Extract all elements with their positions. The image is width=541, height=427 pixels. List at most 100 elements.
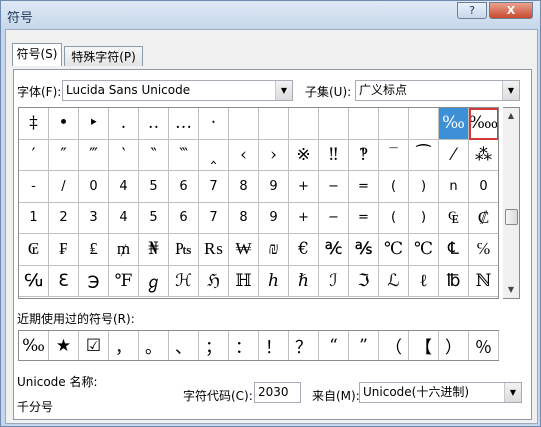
- symbol-cell[interactable]: [379, 108, 409, 140]
- symbol-cell[interactable]: −: [319, 202, 349, 234]
- symbol-cell[interactable]: ₧: [169, 234, 199, 266]
- symbol-cell[interactable]: ℑ: [349, 265, 379, 297]
- symbol-cell[interactable]: -: [19, 171, 49, 203]
- symbol-cell[interactable]: ℅: [469, 234, 498, 266]
- symbol-cell[interactable]: ℇ: [49, 265, 79, 297]
- grid-scrollbar[interactable]: ▲ ▼: [503, 107, 520, 299]
- symbol-cell[interactable]: n: [439, 171, 469, 203]
- symbol-cell[interactable]: ₦: [139, 234, 169, 266]
- symbol-cell[interactable]: ): [409, 202, 439, 234]
- symbol-cell[interactable]: ⁀: [409, 139, 439, 171]
- symbol-cell[interactable]: 8: [229, 202, 259, 234]
- symbol-cell[interactable]: ‴: [79, 139, 109, 171]
- symbol-cell[interactable]: ℃: [409, 234, 439, 266]
- symbol-cell[interactable]: ₢: [19, 234, 49, 266]
- font-select[interactable]: Lucida Sans Unicode ▼: [62, 80, 293, 101]
- symbol-cell[interactable]: ‥: [139, 108, 169, 140]
- help-button[interactable]: ?: [457, 2, 487, 19]
- symbol-cell[interactable]: /: [49, 171, 79, 203]
- symbol-cell[interactable]: 0: [79, 171, 109, 203]
- tab-symbols[interactable]: 符号(S): [12, 43, 62, 66]
- symbol-cell[interactable]: 9: [259, 171, 289, 203]
- symbol-cell[interactable]: ‼: [319, 139, 349, 171]
- symbol-cell[interactable]: [229, 108, 259, 140]
- recent-symbol-cell[interactable]: 【: [409, 331, 439, 360]
- symbol-cell[interactable]: 2: [49, 202, 79, 234]
- symbol-cell[interactable]: ℕ: [469, 266, 498, 297]
- symbol-cell[interactable]: [259, 108, 289, 140]
- symbol-cell[interactable]: −: [319, 171, 349, 203]
- symbol-cell[interactable]: ℓ: [409, 265, 439, 297]
- symbol-cell[interactable]: 7: [199, 171, 229, 203]
- symbol-cell[interactable]: 1: [19, 202, 49, 234]
- close-button[interactable]: X: [489, 2, 533, 19]
- symbol-cell[interactable]: ℆: [19, 265, 49, 297]
- symbol-cell[interactable]: ⁄: [439, 139, 469, 171]
- char-code-input[interactable]: 2030: [254, 382, 301, 403]
- symbol-cell[interactable]: ₨: [199, 234, 229, 266]
- recent-symbol-cell[interactable]: ”: [349, 331, 379, 360]
- symbol-cell[interactable]: 6: [169, 202, 199, 234]
- symbol-cell[interactable]: ₥: [109, 234, 139, 266]
- symbol-cell[interactable]: ‱: [469, 108, 498, 140]
- symbol-cell[interactable]: ℋ: [169, 265, 199, 297]
- recent-symbol-cell[interactable]: ？: [289, 331, 319, 360]
- symbol-cell[interactable]: 6: [169, 171, 199, 203]
- symbol-cell[interactable]: ₩: [229, 234, 259, 266]
- symbol-cell[interactable]: 4: [109, 202, 139, 234]
- symbol-cell[interactable]: =: [349, 171, 379, 203]
- symbol-cell[interactable]: +: [289, 202, 319, 234]
- symbol-cell[interactable]: [319, 108, 349, 140]
- symbol-cell[interactable]: [409, 108, 439, 140]
- symbol-cell[interactable]: ): [409, 171, 439, 203]
- subset-select[interactable]: 广义标点 ▼: [355, 80, 520, 101]
- recent-symbol-cell[interactable]: ：: [229, 331, 259, 360]
- symbol-cell[interactable]: ℀: [319, 234, 349, 266]
- scroll-down-icon[interactable]: ▼: [503, 282, 519, 298]
- symbol-cell[interactable]: 5: [139, 202, 169, 234]
- symbol-cell[interactable]: ›: [259, 139, 289, 171]
- symbol-cell[interactable]: 3: [79, 202, 109, 234]
- symbol-cell[interactable]: ℁: [349, 234, 379, 266]
- recent-symbol-cell[interactable]: ☑: [79, 331, 109, 360]
- tab-special-characters[interactable]: 特殊字符(P): [64, 46, 143, 66]
- scroll-thumb[interactable]: [505, 209, 518, 225]
- symbol-cell[interactable]: +: [289, 171, 319, 203]
- symbol-cell[interactable]: ℌ: [199, 265, 229, 297]
- symbol-cell[interactable]: ℔: [439, 265, 469, 297]
- symbol-cell[interactable]: 5: [139, 171, 169, 203]
- symbol-cell[interactable]: ℏ: [289, 265, 319, 297]
- scroll-up-icon[interactable]: ▲: [503, 108, 519, 124]
- symbol-cell[interactable]: ₪: [259, 234, 289, 266]
- symbol-cell[interactable]: •: [49, 108, 79, 140]
- symbol-cell[interactable]: ℎ: [259, 265, 289, 297]
- symbol-cell[interactable]: ‸: [199, 139, 229, 171]
- chevron-down-icon[interactable]: ▼: [275, 81, 292, 100]
- recent-symbol-cell[interactable]: 、: [169, 331, 199, 360]
- symbol-cell[interactable]: ℉: [109, 265, 139, 297]
- symbol-cell[interactable]: ′: [19, 139, 49, 171]
- symbol-cell[interactable]: ․: [109, 108, 139, 140]
- chevron-down-icon[interactable]: ▼: [502, 81, 519, 100]
- symbol-cell[interactable]: ℍ: [229, 265, 259, 297]
- symbol-cell[interactable]: …: [169, 108, 199, 140]
- recent-symbol-cell[interactable]: ，: [109, 331, 139, 360]
- symbol-cell[interactable]: ‵: [109, 139, 139, 171]
- symbol-cell[interactable]: ℒ: [379, 265, 409, 297]
- recent-symbol-cell[interactable]: ％: [469, 331, 499, 360]
- symbol-cell[interactable]: 7: [199, 202, 229, 234]
- recent-symbol-cell[interactable]: （: [379, 331, 409, 360]
- symbol-cell[interactable]: 4: [109, 171, 139, 203]
- symbol-cell[interactable]: ‽: [349, 139, 379, 171]
- symbol-cell[interactable]: (: [379, 171, 409, 203]
- symbol-cell[interactable]: [349, 108, 379, 140]
- symbol-cell[interactable]: ※: [289, 139, 319, 171]
- symbol-cell[interactable]: 8: [229, 171, 259, 203]
- symbol-cell[interactable]: ₠: [439, 202, 469, 234]
- recent-symbol-cell[interactable]: “: [319, 331, 349, 360]
- symbol-cell[interactable]: ‷: [169, 139, 199, 171]
- recent-symbol-cell[interactable]: ★: [49, 331, 79, 360]
- symbol-cell[interactable]: ℄: [439, 234, 469, 266]
- symbol-cell[interactable]: ‾: [379, 139, 409, 171]
- symbol-cell[interactable]: ‡: [19, 108, 49, 140]
